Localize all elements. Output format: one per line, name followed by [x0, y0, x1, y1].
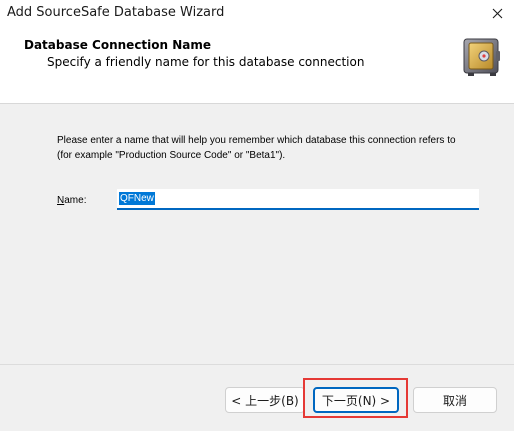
header-title: Database Connection Name [24, 38, 212, 52]
safe-icon [463, 38, 500, 76]
name-label: Name: [57, 195, 86, 206]
description-text: Please enter a name that will help you r… [57, 135, 456, 161]
back-button[interactable]: < 上一步(B) [225, 387, 305, 413]
cancel-button[interactable]: 取消 [413, 387, 497, 413]
name-label-rest: ame: [64, 195, 87, 206]
window-title: Add SourceSafe Database Wizard [7, 5, 225, 20]
wizard-window: Add SourceSafe Database Wizard Database … [0, 0, 514, 431]
footer-separator [0, 364, 514, 365]
title-bar: Add SourceSafe Database Wizard [0, 0, 514, 27]
next-button[interactable]: 下一页(N) > [313, 387, 399, 413]
wizard-header: Database Connection Name Specify a frien… [0, 27, 514, 104]
close-button[interactable] [486, 3, 508, 23]
name-input-value: QFNew [119, 192, 155, 205]
close-icon [492, 8, 502, 18]
name-input[interactable]: QFNew [117, 189, 479, 210]
header-subtitle: Specify a friendly name for this databas… [47, 55, 365, 69]
